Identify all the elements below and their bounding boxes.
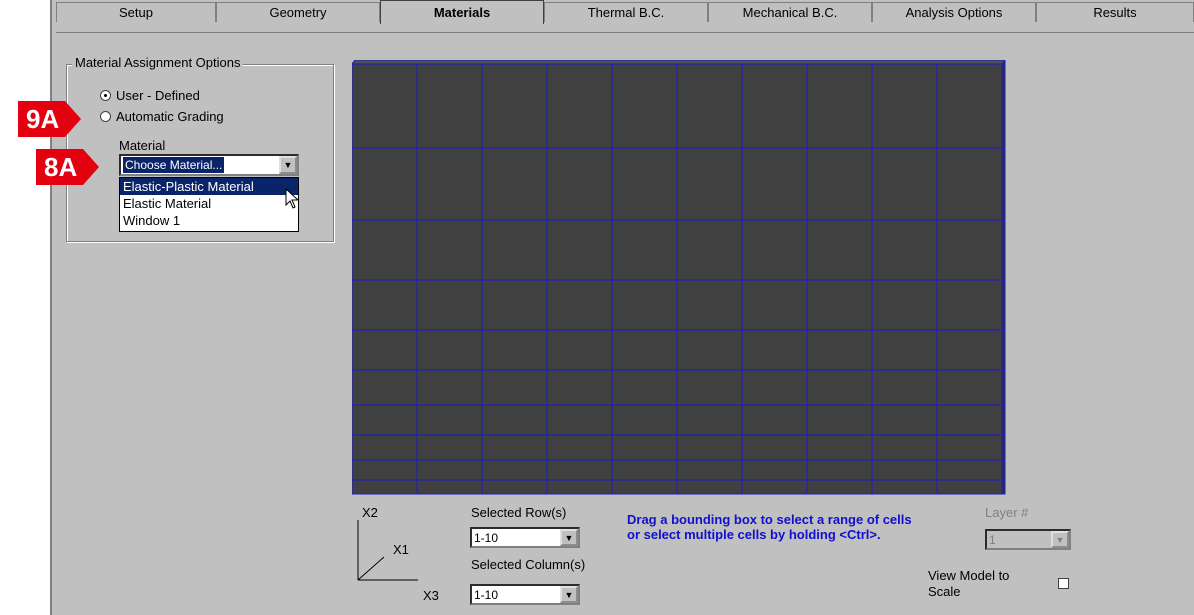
radio-unselected-icon bbox=[100, 110, 111, 122]
axis-x2-label: X2 bbox=[362, 505, 378, 520]
mouse-cursor-icon bbox=[285, 188, 300, 209]
selected-columns-value: 1-10 bbox=[474, 588, 499, 602]
chevron-down-icon[interactable]: ▼ bbox=[1051, 531, 1069, 548]
layer-label: Layer # bbox=[985, 505, 1029, 520]
tab-results[interactable]: Results bbox=[1036, 2, 1194, 22]
selected-rows-select[interactable]: 1-10 ▼ bbox=[470, 527, 580, 548]
tab-mechanical-bc[interactable]: Mechanical B.C. bbox=[708, 2, 872, 22]
layer-select[interactable]: 1 ▼ bbox=[985, 529, 1071, 550]
selected-rows-label: Selected Row(s) bbox=[471, 505, 567, 520]
axis-x3-label: X3 bbox=[423, 588, 439, 603]
view-model-to-scale-label: View Model to Scale bbox=[928, 568, 1010, 599]
annotation-badge-9a: 9A bbox=[18, 101, 82, 137]
dropdown-option[interactable]: Elastic-Plastic Material bbox=[120, 178, 298, 195]
model-grid[interactable] bbox=[352, 60, 1012, 498]
material-dropdown-list: Elastic-Plastic Material Elastic Materia… bbox=[119, 177, 299, 232]
tab-setup[interactable]: Setup bbox=[56, 2, 216, 22]
view-model-to-scale-checkbox[interactable] bbox=[1058, 578, 1069, 589]
chevron-down-icon[interactable]: ▼ bbox=[560, 529, 578, 546]
radio-user-defined-label: User - Defined bbox=[116, 87, 200, 103]
radio-automatic-grading[interactable]: Automatic Grading bbox=[100, 108, 224, 124]
radio-automatic-grading-label: Automatic Grading bbox=[116, 108, 224, 124]
chevron-down-icon[interactable]: ▼ bbox=[560, 586, 578, 603]
material-select-value: Choose Material... bbox=[123, 157, 225, 173]
annotation-badge-8a: 8A bbox=[36, 149, 100, 185]
tab-materials[interactable]: Materials bbox=[380, 0, 544, 24]
radio-selected-icon bbox=[100, 89, 111, 101]
material-select[interactable]: Choose Material... ▼ bbox=[119, 154, 299, 176]
tab-geometry[interactable]: Geometry bbox=[216, 2, 380, 22]
chevron-down-icon[interactable]: ▼ bbox=[279, 156, 297, 174]
material-label: Material bbox=[119, 138, 166, 153]
tab-divider bbox=[56, 32, 1194, 33]
tab-thermal-bc[interactable]: Thermal B.C. bbox=[544, 2, 708, 22]
selected-rows-value: 1-10 bbox=[474, 531, 499, 545]
selection-hint: Drag a bounding box to select a range of… bbox=[627, 512, 912, 542]
group-title: Material Assignment Options bbox=[72, 55, 244, 70]
radio-user-defined[interactable]: User - Defined bbox=[100, 87, 200, 103]
tab-analysis-options[interactable]: Analysis Options bbox=[872, 2, 1036, 22]
dropdown-option[interactable]: Window 1 bbox=[120, 212, 298, 229]
axes-triad bbox=[357, 520, 418, 581]
selected-columns-select[interactable]: 1-10 ▼ bbox=[470, 584, 580, 605]
dropdown-option[interactable]: Elastic Material bbox=[120, 195, 298, 212]
selected-columns-label: Selected Column(s) bbox=[471, 557, 586, 572]
grid-top-edge bbox=[352, 60, 1006, 65]
axis-x1-label: X1 bbox=[393, 542, 409, 557]
layer-value: 1 bbox=[989, 533, 996, 547]
